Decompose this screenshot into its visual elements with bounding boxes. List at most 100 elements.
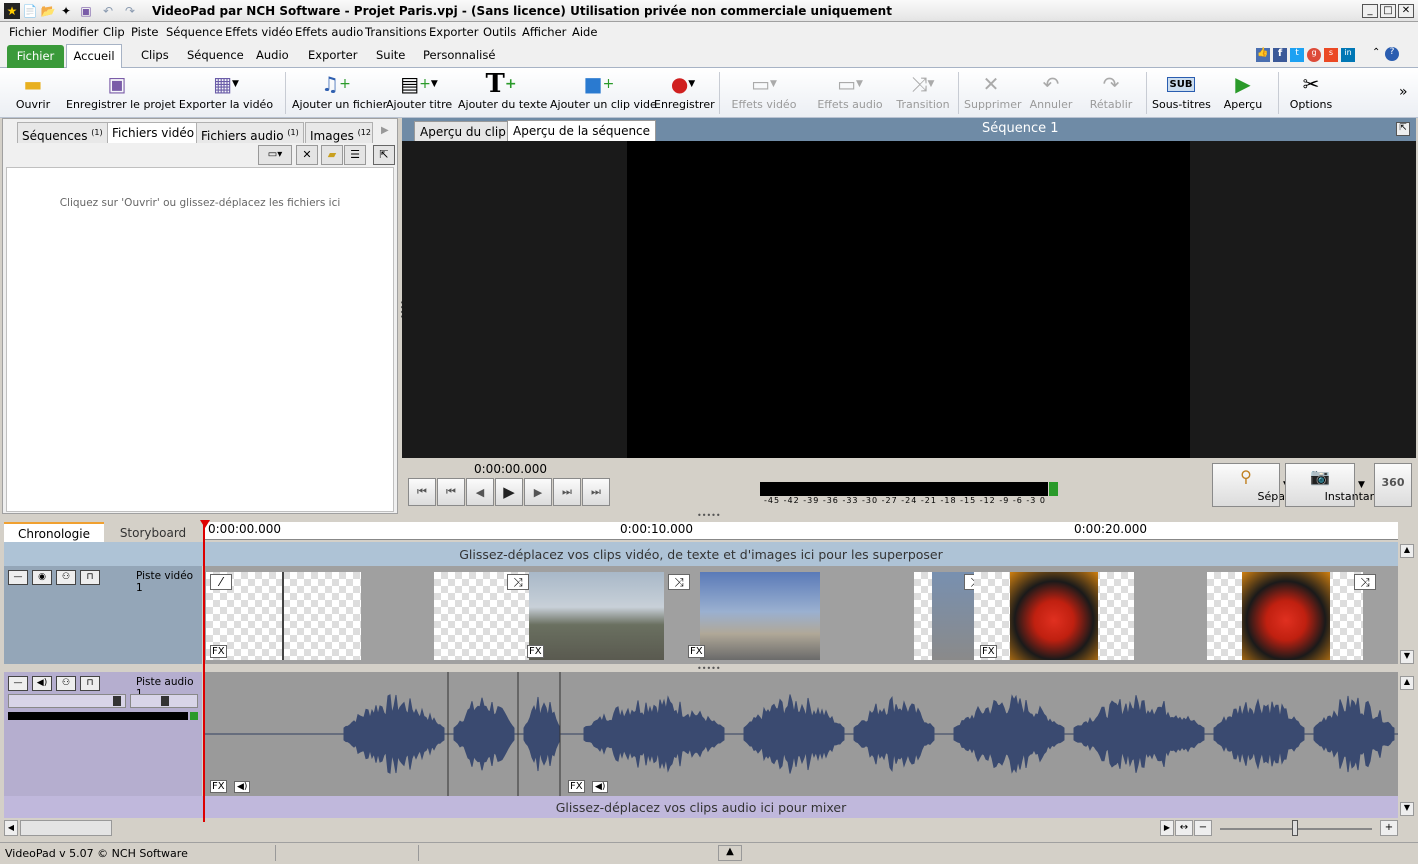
add-folder-icon[interactable]: ▰: [321, 145, 343, 165]
save-icon[interactable]: ▣: [78, 3, 94, 19]
scroll-right-icon[interactable]: ▶: [1160, 820, 1174, 836]
pan-slider[interactable]: [130, 694, 198, 708]
clip-thumbnail-dancer[interactable]: [1010, 572, 1098, 660]
redo-icon[interactable]: ↷: [122, 3, 138, 19]
linkedin-icon[interactable]: in: [1341, 48, 1355, 62]
split-button[interactable]: ⚲ Séparer ▼: [1212, 463, 1301, 507]
clip-thumbnail-train[interactable]: FX: [527, 572, 664, 660]
add-title-button[interactable]: ▤ + ▼ Ajouter titre: [386, 70, 452, 116]
menu-aide[interactable]: Aide: [572, 25, 597, 39]
like-icon[interactable]: 👍: [1256, 48, 1270, 62]
tab-chronologie[interactable]: Chronologie: [4, 522, 104, 544]
save-project-button[interactable]: ▣ Enregistrer le projet: [66, 70, 176, 116]
list-view-icon[interactable]: ☰: [344, 145, 366, 165]
speaker-icon[interactable]: ◀): [32, 676, 52, 691]
go-start-button[interactable]: ⏮: [408, 478, 436, 506]
fx-label[interactable]: FX: [210, 645, 227, 658]
add-text-button[interactable]: T + Ajouter du texte: [458, 69, 547, 116]
tab-sequence-preview[interactable]: Aperçu de la séquence: [507, 120, 657, 141]
close-button[interactable]: ✕: [1398, 4, 1414, 18]
scroll-left-icon[interactable]: ◀: [4, 820, 18, 836]
view-mode-icon[interactable]: ▭▾: [258, 145, 292, 165]
tab-personnalise[interactable]: Personnalisé: [423, 48, 495, 62]
transition-button[interactable]: ⤨ ▼ Transition: [896, 70, 950, 116]
collapse-track-icon[interactable]: —: [8, 570, 28, 585]
menu-afficher[interactable]: Afficher: [522, 25, 566, 39]
go-end-button[interactable]: ⏭: [582, 478, 610, 506]
audio-clip-speaker-icon[interactable]: ◀): [234, 781, 251, 793]
redo-button[interactable]: ↷ Rétablir: [1086, 70, 1136, 116]
zoom-slider-thumb[interactable]: [1292, 820, 1298, 836]
tab-clips[interactable]: Clips: [141, 48, 169, 62]
remove-icon[interactable]: ✕: [296, 145, 318, 165]
tab-suite[interactable]: Suite: [376, 48, 405, 62]
transition-icon[interactable]: ⤨: [1354, 574, 1376, 590]
horizontal-scrollbar-thumb[interactable]: [20, 820, 112, 836]
scroll-up-icon[interactable]: ▲: [1400, 544, 1414, 558]
scroll-down-icon[interactable]: ▼: [1400, 650, 1414, 664]
tab-images[interactable]: Images (12: [305, 122, 373, 143]
volume-slider[interactable]: [8, 694, 126, 708]
time-ruler[interactable]: 0:00:00.000 0:00:10.000 0:00:20.000: [204, 522, 1398, 540]
snapshot-button[interactable]: 📷 Instantané ▼: [1285, 463, 1383, 507]
pan-slider-thumb[interactable]: [161, 696, 169, 706]
transition-icon[interactable]: ⤨: [507, 574, 529, 590]
track-group-icon[interactable]: ⚇: [56, 676, 76, 691]
menu-piste[interactable]: Piste: [131, 25, 158, 39]
fx-label[interactable]: FX: [688, 645, 705, 658]
open-folder-icon[interactable]: 📂: [40, 3, 56, 19]
delete-button[interactable]: ✕ Supprimer: [964, 70, 1022, 116]
fx-label[interactable]: FX: [568, 780, 585, 793]
undock-preview-icon[interactable]: ⇱: [1396, 122, 1410, 136]
menu-exporter[interactable]: Exporter: [429, 25, 478, 39]
zoom-in-icon[interactable]: +: [1380, 820, 1398, 836]
fade-transition-icon[interactable]: ⁄: [210, 574, 232, 590]
menu-outils[interactable]: Outils: [483, 25, 516, 39]
minimize-button[interactable]: _: [1362, 4, 1378, 18]
audio-clip-speaker-icon[interactable]: ◀): [592, 781, 609, 793]
record-button[interactable]: ● ▼ Enregistrer: [654, 70, 715, 116]
transition-icon[interactable]: ⤨: [668, 574, 690, 590]
video-effects-button[interactable]: ▭ ▼ Effets vidéo: [724, 70, 804, 116]
subtitles-button[interactable]: SUB Sous-titres: [1152, 70, 1211, 116]
menu-fichier[interactable]: Fichier: [9, 25, 47, 39]
audio-mix-drop-lane[interactable]: Glissez-déplacez vos clips audio ici pou…: [4, 796, 1398, 818]
tab-fichiers-audio[interactable]: Fichiers audio (1): [196, 122, 304, 143]
visibility-eye-icon[interactable]: ◉: [32, 570, 52, 585]
lock-icon[interactable]: ⊓: [80, 676, 100, 691]
undo-icon[interactable]: ↶: [100, 3, 116, 19]
fx-label[interactable]: FX: [210, 780, 227, 793]
clip-thumbnail-dancer[interactable]: [1242, 572, 1330, 660]
menu-effets-video[interactable]: Effets vidéo: [225, 25, 293, 39]
video-clip[interactable]: ⁄ FX: [206, 572, 361, 660]
options-button[interactable]: ✂ Options: [1286, 70, 1336, 116]
menu-effets-audio[interactable]: Effets audio: [295, 25, 363, 39]
playhead[interactable]: [203, 522, 205, 822]
tab-audio[interactable]: Audio: [256, 48, 289, 62]
more-chevron-icon[interactable]: »: [1399, 84, 1408, 100]
lock-icon[interactable]: ⊓: [80, 570, 100, 585]
tab-storyboard[interactable]: Storyboard: [104, 522, 202, 544]
next-clip-button[interactable]: ⏭: [553, 478, 581, 506]
menu-modifier[interactable]: Modifier: [52, 25, 99, 39]
tab-sequences[interactable]: Séquences (1): [17, 122, 108, 143]
next-frame-button[interactable]: ▶: [524, 478, 552, 506]
track-group-icon[interactable]: ⚇: [56, 570, 76, 585]
tab-sequence[interactable]: Séquence: [187, 48, 244, 62]
video-track-area[interactable]: ⁄ FX FX ⤨ FX ⤨ ⤨ FX ⤨: [204, 566, 1398, 664]
preview-button[interactable]: ▶ Aperçu: [1220, 70, 1266, 116]
tab-fichiers-video[interactable]: Fichiers vidéo: [107, 122, 200, 143]
tab-accueil[interactable]: Accueil: [66, 44, 122, 69]
menu-transitions[interactable]: Transitions: [365, 25, 427, 39]
stumbleupon-icon[interactable]: s: [1324, 48, 1338, 62]
clip-thumbnail-sacre-coeur[interactable]: FX: [688, 572, 820, 660]
collapse-ribbon-icon[interactable]: ⌃: [1372, 47, 1380, 58]
maximize-button[interactable]: □: [1380, 4, 1396, 18]
audio-track-area[interactable]: FX ◀) FX ◀): [204, 672, 1398, 796]
undock-icon[interactable]: ⇱: [373, 145, 395, 165]
open-icon[interactable]: ✦: [58, 3, 74, 19]
new-file-icon[interactable]: 📄: [22, 3, 38, 19]
prev-clip-button[interactable]: ⏮: [437, 478, 465, 506]
tab-exporter[interactable]: Exporter: [308, 48, 357, 62]
twitter-icon[interactable]: t: [1290, 48, 1304, 62]
